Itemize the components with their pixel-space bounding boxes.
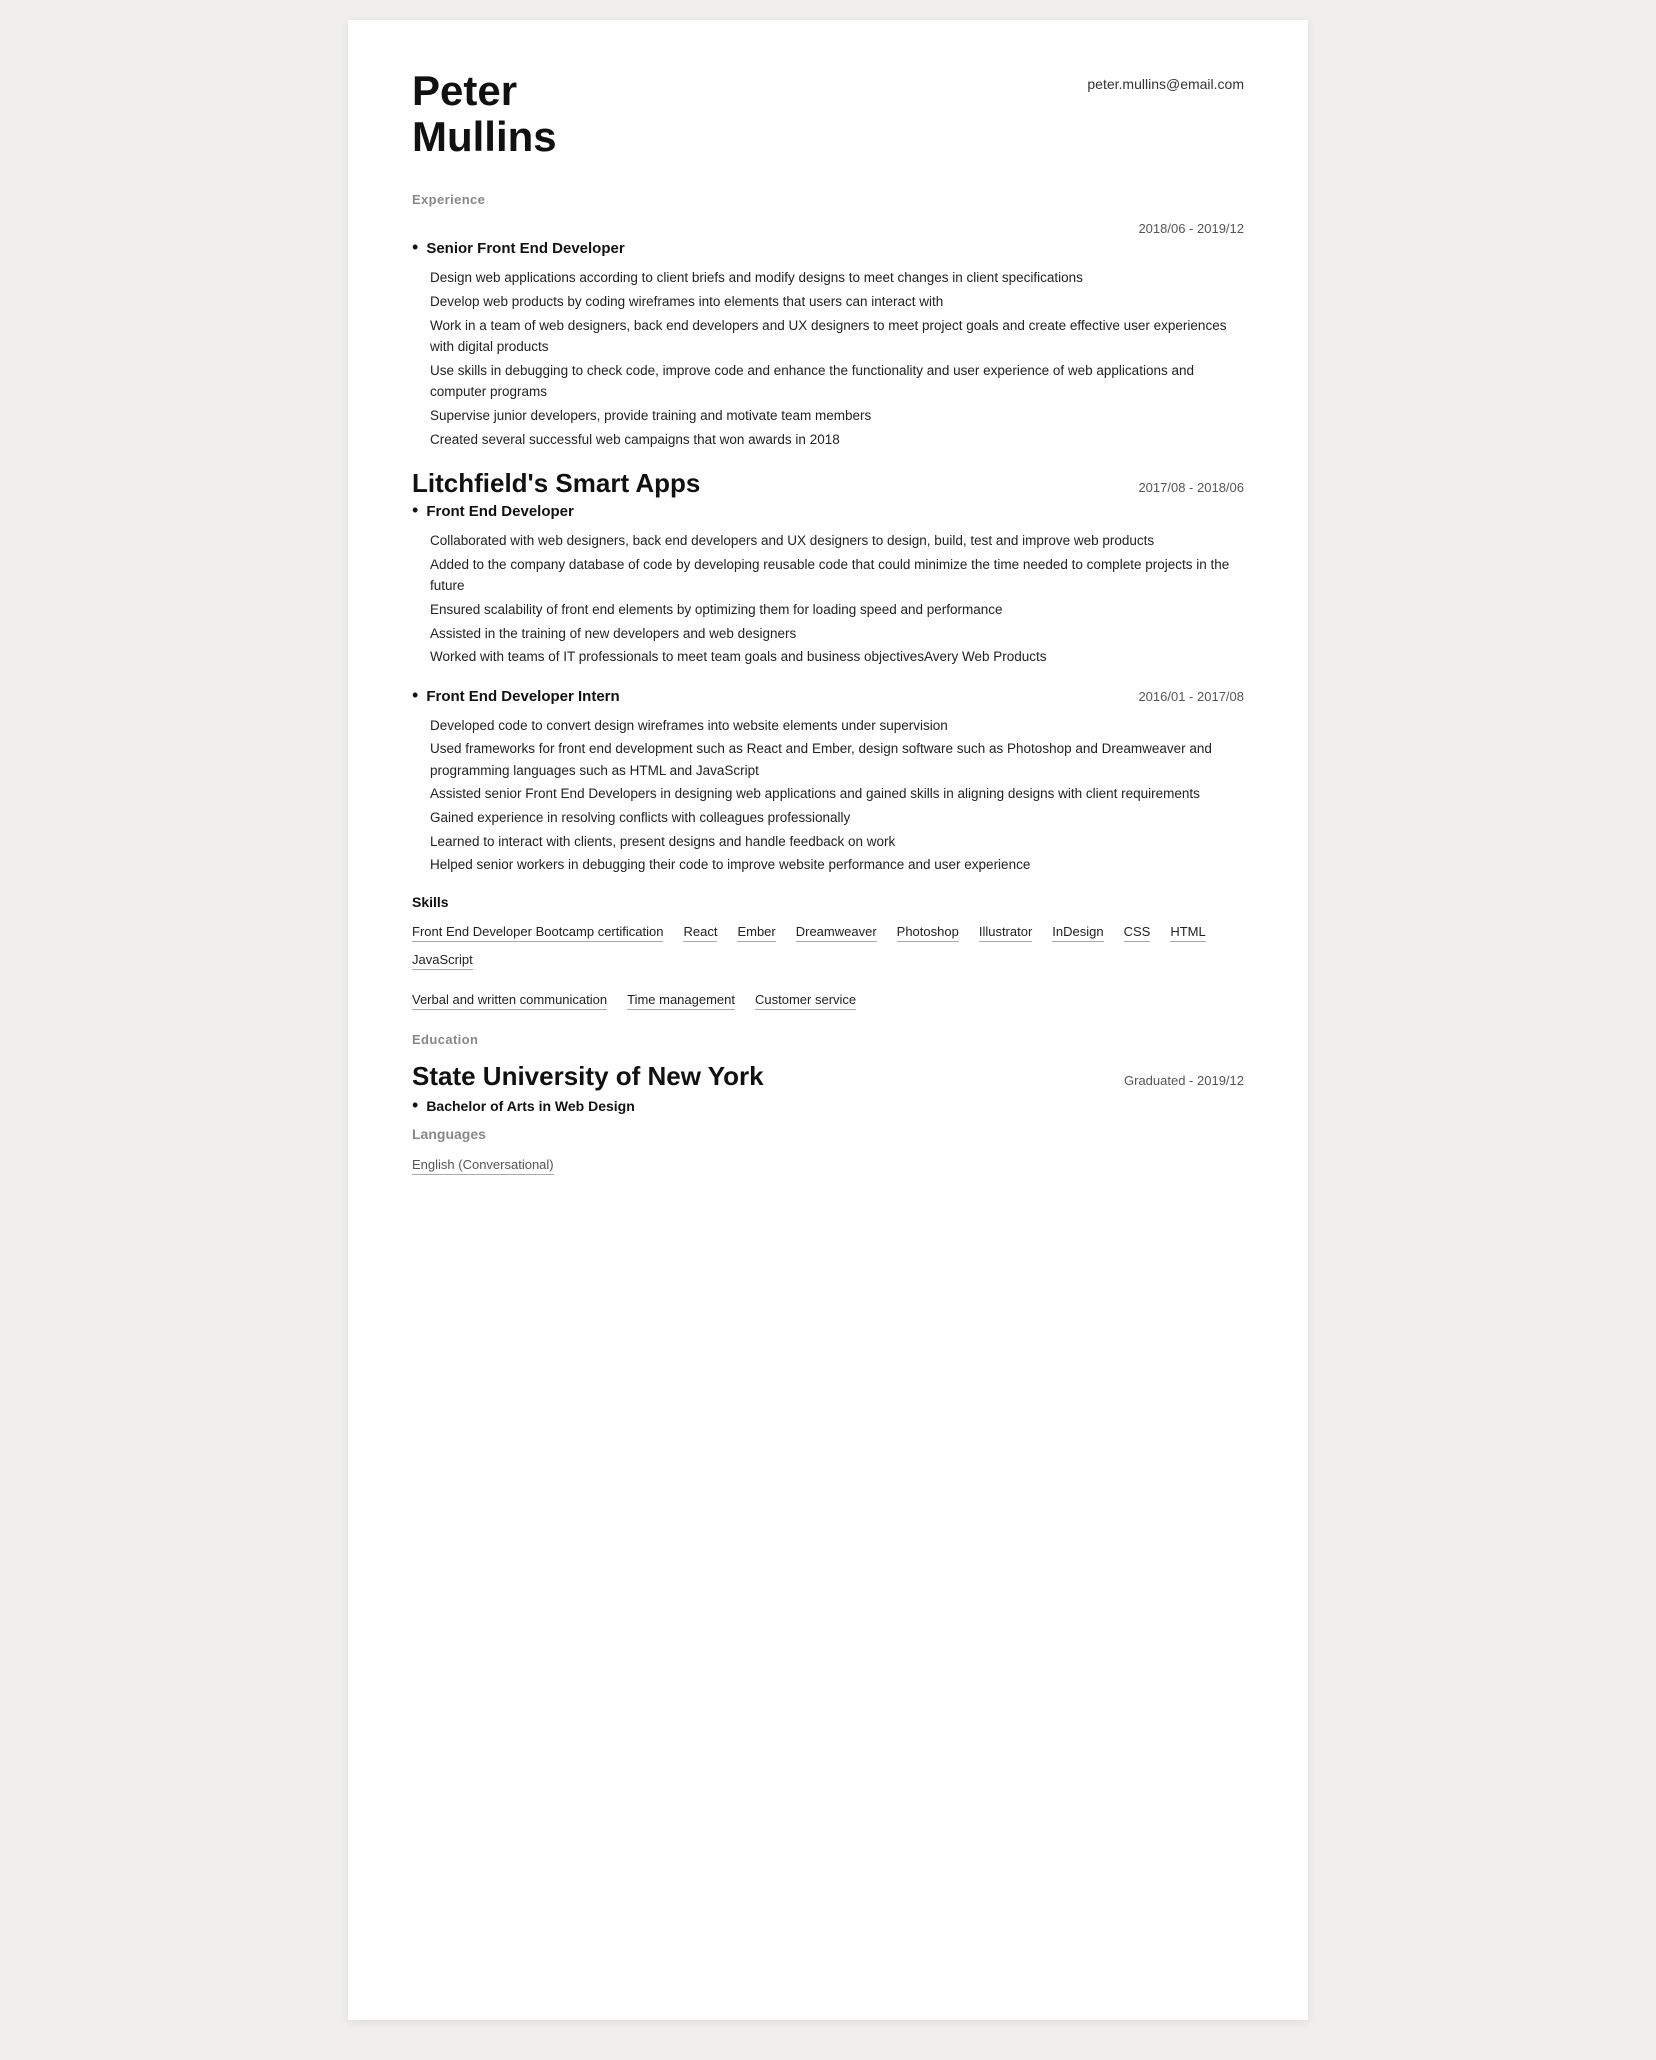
- header-email: peter.mullins@email.com: [1087, 76, 1244, 92]
- education-block: State University of New York Graduated -…: [412, 1061, 1244, 1175]
- skills-label: Skills: [412, 894, 1244, 910]
- job-2-bullet-3: Ensured scalability of front end element…: [430, 599, 1244, 621]
- skill-11: Verbal and written communication: [412, 992, 607, 1010]
- job-3-bullet-2: Used frameworks for front end developmen…: [430, 738, 1244, 781]
- education-section: Education State University of New York G…: [412, 1032, 1244, 1175]
- skill-13: Customer service: [755, 992, 856, 1010]
- job-3-description: Developed code to convert design wirefra…: [430, 715, 1244, 876]
- name-block: Peter Mullins: [412, 68, 557, 160]
- skill-2: React: [683, 924, 717, 942]
- bullet-2: •: [412, 501, 418, 519]
- resume-page: Peter Mullins peter.mullins@email.com Ex…: [348, 20, 1308, 2020]
- job-1-date: 2018/06 - 2019/12: [1138, 221, 1244, 236]
- skill-4: Dreamweaver: [796, 924, 877, 942]
- skills-row-1: Front End Developer Bootcamp certificati…: [412, 924, 1244, 980]
- job-2-bullet-1: Collaborated with web designers, back en…: [430, 530, 1244, 552]
- job-1-title-row: • Senior Front End Developer: [412, 238, 1244, 257]
- job-1-block: 2018/06 - 2019/12 • Senior Front End Dev…: [412, 221, 1244, 450]
- languages-label: Languages: [412, 1126, 1244, 1142]
- degree-title: Bachelor of Arts in Web Design: [426, 1098, 634, 1114]
- skill-12: Time management: [627, 992, 735, 1010]
- job-1-bullet-1: Design web applications according to cli…: [430, 267, 1244, 289]
- skill-7: InDesign: [1052, 924, 1103, 942]
- company-2-name: Litchfield's Smart Apps: [412, 468, 700, 499]
- skill-5: Photoshop: [897, 924, 959, 942]
- job-2-bullet-4: Assisted in the training of new develope…: [430, 623, 1244, 645]
- job-2-bullet-5: Worked with teams of IT professionals to…: [430, 646, 1244, 668]
- skill-9: HTML: [1170, 924, 1205, 942]
- degree-row: • Bachelor of Arts in Web Design: [412, 1096, 1244, 1114]
- job-1-bullet-4: Use skills in debugging to check code, i…: [430, 360, 1244, 403]
- job-1-title: Senior Front End Developer: [426, 240, 624, 257]
- job-3-date: 2016/01 - 2017/08: [1138, 689, 1244, 704]
- job-1-bullet-2: Develop web products by coding wireframe…: [430, 291, 1244, 313]
- job-3-title: Front End Developer Intern: [426, 688, 619, 705]
- education-label: Education: [412, 1032, 1244, 1047]
- job-3-bullet-1: Developed code to convert design wirefra…: [430, 715, 1244, 737]
- job-2-title-row: • Front End Developer: [412, 501, 1244, 520]
- skills-section: Skills Front End Developer Bootcamp cert…: [412, 894, 1244, 1020]
- job-2-company-header: Litchfield's Smart Apps 2017/08 - 2018/0…: [412, 468, 1244, 501]
- job-3-bullet-4: Gained experience in resolving conflicts…: [430, 807, 1244, 829]
- header: Peter Mullins peter.mullins@email.com: [412, 68, 1244, 160]
- experience-section: Experience 2018/06 - 2019/12 • Senior Fr…: [412, 192, 1244, 1019]
- job-1-description: Design web applications according to cli…: [430, 267, 1244, 450]
- job-3-bullet-3: Assisted senior Front End Developers in …: [430, 783, 1244, 805]
- job-1-bullet-6: Created several successful web campaigns…: [430, 429, 1244, 451]
- job-3-bullet-6: Helped senior workers in debugging their…: [430, 854, 1244, 876]
- skill-6: Illustrator: [979, 924, 1032, 942]
- skill-3: Ember: [737, 924, 775, 942]
- university-name: State University of New York: [412, 1061, 764, 1092]
- language-1: English (Conversational): [412, 1157, 554, 1175]
- skill-10: JavaScript: [412, 952, 473, 970]
- bullet-1: •: [412, 238, 418, 256]
- job-2-date: 2017/08 - 2018/06: [1138, 480, 1244, 495]
- job-1-date-row: 2018/06 - 2019/12: [412, 221, 1244, 236]
- skill-8: CSS: [1124, 924, 1151, 942]
- experience-label: Experience: [412, 192, 1244, 207]
- skill-1: Front End Developer Bootcamp certificati…: [412, 924, 663, 942]
- job-2-title: Front End Developer: [426, 503, 574, 520]
- job-2-bullet-2: Added to the company database of code by…: [430, 554, 1244, 597]
- job-2-block: Litchfield's Smart Apps 2017/08 - 2018/0…: [412, 468, 1244, 668]
- bullet-3: •: [412, 686, 418, 704]
- job-2-description: Collaborated with web designers, back en…: [430, 530, 1244, 668]
- job-3-title-row: • Front End Developer Intern 2016/01 - 2…: [412, 686, 1244, 705]
- education-date: Graduated - 2019/12: [1124, 1073, 1244, 1088]
- degree-bullet: •: [412, 1096, 418, 1114]
- job-1-bullet-5: Supervise junior developers, provide tra…: [430, 405, 1244, 427]
- job-3-bullet-5: Learned to interact with clients, presen…: [430, 831, 1244, 853]
- skills-row-2: Verbal and written communication Time ma…: [412, 992, 1244, 1020]
- languages-section: Languages English (Conversational): [412, 1126, 1244, 1175]
- candidate-name: Peter Mullins: [412, 68, 557, 160]
- job-3-block: • Front End Developer Intern 2016/01 - 2…: [412, 686, 1244, 876]
- university-header: State University of New York Graduated -…: [412, 1061, 1244, 1096]
- job-1-bullet-3: Work in a team of web designers, back en…: [430, 315, 1244, 358]
